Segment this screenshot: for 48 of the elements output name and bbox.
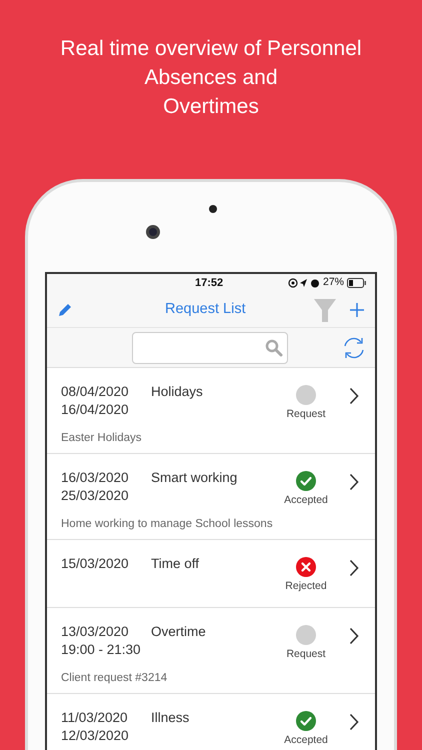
camera-icon [146,225,160,239]
start-date: 16/03/2020 [61,469,130,487]
request-row[interactable]: 08/04/2020 Holidays 16/04/2020 Easter Holidays Request [47,368,375,454]
check-icon [296,711,316,731]
status-label: Request [286,648,326,660]
status-icons [288,278,320,288]
request-row[interactable]: 16/03/2020 Smart working 25/03/2020 Home working to manage School lessons Accepted [47,454,375,540]
search-field[interactable] [132,332,288,364]
request-description: Home working to manage School lessons [61,517,273,531]
start-date: 08/04/2020 [61,383,130,401]
request-type: Holidays [151,383,203,401]
chevron-right-icon [349,387,359,405]
request-row[interactable]: 15/03/2020 Time off Rejected [47,540,375,608]
request-type: Smart working [151,469,238,487]
request-row[interactable]: 11/03/2020 Illness 12/03/2020 Accepted [47,694,375,750]
add-icon[interactable] [349,302,365,318]
start-date: 11/03/2020 [61,709,129,727]
request-row[interactable]: 13/03/2020 Overtime 19:00 - 21:30 Client request #3214 Request [47,608,375,694]
request-type: Overtime [151,623,206,641]
edit-icon[interactable] [57,302,73,318]
end-date: 12/03/2020 [61,727,129,745]
headline-line: Overtimes [163,94,259,120]
nav-title: Request List [165,300,246,319]
chevron-right-icon [349,473,359,491]
search-icon [265,338,283,356]
battery-percent: 27% [322,275,344,290]
status-label: Rejected [285,580,327,592]
headline-line: Real time overview of Personnel [60,36,362,62]
chevron-right-icon [349,559,359,577]
end-date: 16/04/2020 [61,401,129,419]
start-date: 15/03/2020 [61,555,130,573]
chevron-right-icon [349,713,359,731]
battery-icon [347,278,367,288]
status-label: Accepted [284,494,328,506]
headline-line: Absences and [144,65,278,91]
start-date: 13/03/2020 [61,623,130,641]
request-description: Easter Holidays [61,431,142,445]
request-description: Client request #3214 [61,671,168,685]
status-label: Request [286,408,326,420]
request-type: Illness [151,709,190,727]
end-date: 19:00 - 21:30 [61,641,141,659]
status-label: Accepted [284,734,328,746]
status-time: 17:52 [195,276,224,291]
chevron-right-icon [349,627,359,645]
request-type: Time off [151,555,200,573]
cross-icon [296,557,316,577]
check-icon [296,471,316,491]
end-date: 25/03/2020 [61,487,129,505]
